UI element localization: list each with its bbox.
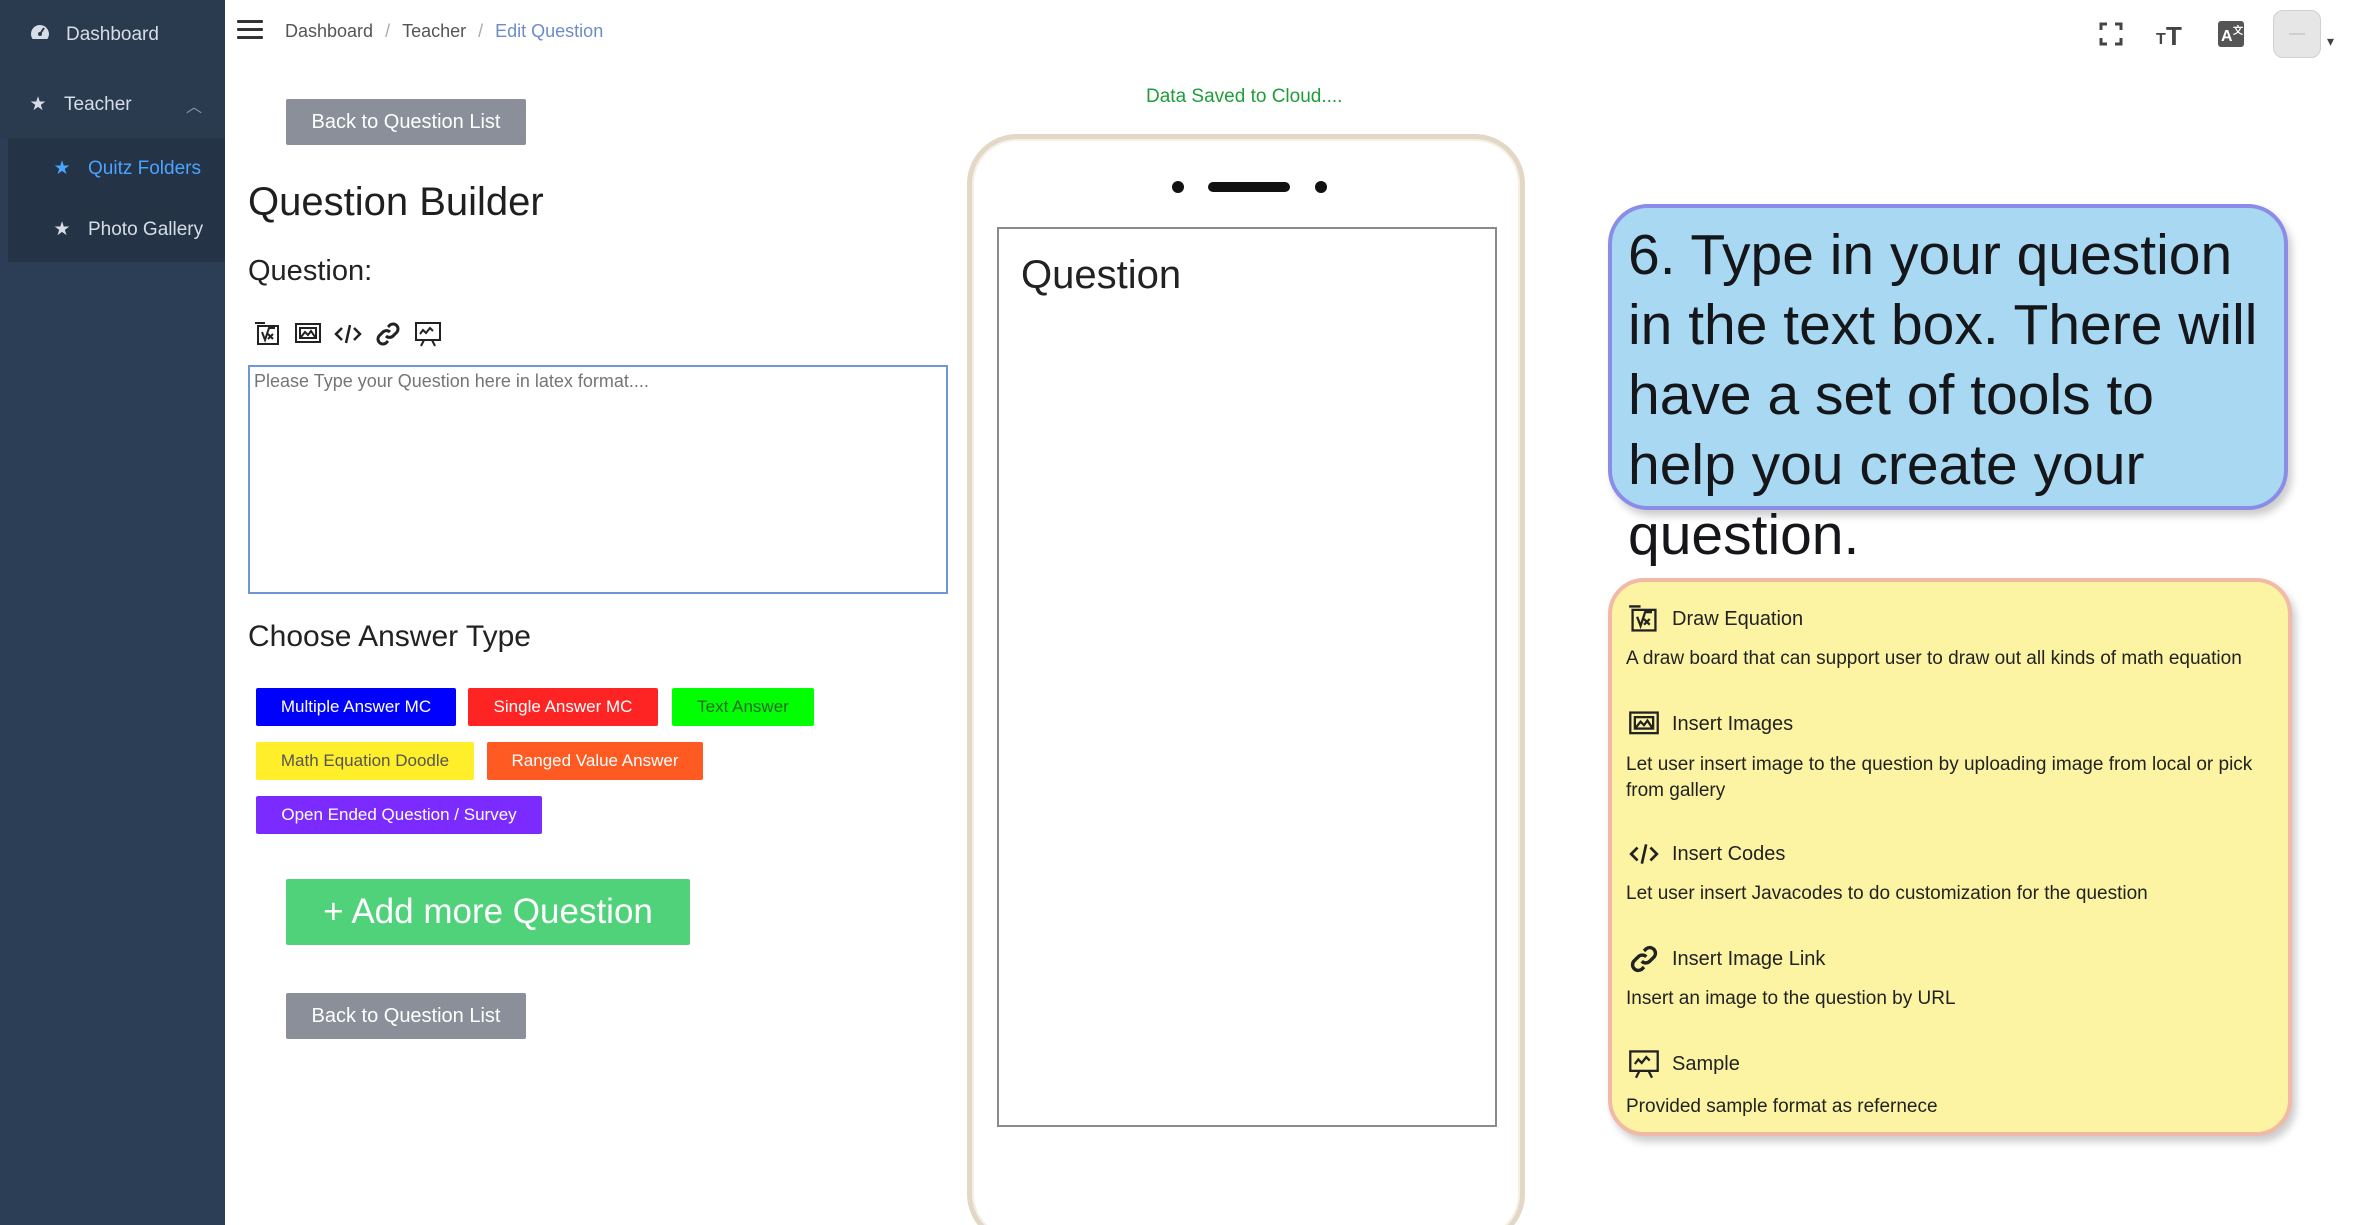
button-label: Back to Question List (311, 1004, 501, 1027)
feature-title: Insert Codes (1672, 842, 1786, 865)
button-label: Back to Question List (311, 110, 501, 133)
top-toolbar: TT A文 — ▾ (2093, 10, 2334, 58)
single-answer-mc-button[interactable]: Single Answer MC (468, 688, 658, 726)
button-label: Single Answer MC (493, 697, 633, 716)
text-answer-button[interactable]: Text Answer (672, 688, 814, 726)
sidebar-item-dashboard[interactable]: Dashboard (28, 24, 159, 46)
insert-image-icon[interactable] (292, 318, 324, 350)
question-input[interactable] (248, 365, 948, 594)
button-label: Multiple Answer MC (280, 697, 432, 716)
link-icon[interactable] (372, 318, 404, 350)
svg-text:文: 文 (2233, 24, 2244, 37)
question-toolbar (252, 318, 444, 350)
add-more-question-button[interactable]: + Add more Question (286, 879, 690, 945)
breadcrumb-dashboard[interactable]: Dashboard (285, 21, 373, 42)
ranged-value-answer-button[interactable]: Ranged Value Answer (487, 742, 703, 780)
svg-text:T: T (2166, 21, 2182, 48)
sidebar-item-quitz-folders[interactable]: ★ Quitz Folders (50, 157, 201, 180)
feature-legend: Draw Equation A draw board that can supp… (1608, 578, 2292, 1136)
save-status: Data Saved to Cloud.... (1146, 86, 1343, 107)
feature-title: Insert Image Link (1672, 947, 1826, 970)
phone-camera-dot (1172, 181, 1184, 193)
feature-description: Let user insert image to the question by… (1626, 754, 2253, 801)
star-icon: ★ (53, 158, 71, 179)
sidebar-item-label: Teacher (64, 93, 132, 115)
multiple-answer-mc-button[interactable]: Multiple Answer MC (256, 688, 456, 726)
avatar[interactable]: — (2272, 10, 2321, 58)
draw-equation-icon (1626, 602, 1662, 636)
feature-title: Sample (1672, 1052, 1740, 1075)
sidebar-item-label: Quitz Folders (88, 157, 201, 179)
dashboard-icon (28, 24, 52, 46)
draw-equation-icon[interactable] (252, 318, 284, 350)
back-to-question-list-button[interactable]: Back to Question List (286, 99, 526, 145)
sidebar-item-label: Dashboard (66, 24, 159, 45)
feature-insert-codes: Insert Codes (1626, 837, 1785, 871)
feature-title: Insert Images (1672, 712, 1794, 735)
feature-insert-images: Insert Images (1626, 707, 1793, 741)
breadcrumb: Dashboard / Teacher / Edit Question (285, 21, 603, 42)
button-label: + Add more Question (323, 892, 653, 931)
phone-sensor-dot (1315, 181, 1327, 193)
hamburger-menu-icon[interactable] (237, 20, 263, 40)
feature-description: Insert an image to the question by URL (1626, 988, 1956, 1009)
sidebar-item-photo-gallery[interactable]: ★ Photo Gallery (50, 218, 203, 241)
breadcrumb-teacher[interactable]: Teacher (402, 21, 466, 42)
insert-image-icon (1626, 707, 1662, 741)
button-label: Open Ended Question / Survey (281, 805, 517, 824)
phone-speaker (1208, 182, 1290, 192)
font-size-icon[interactable]: TT (2153, 16, 2189, 52)
translate-icon[interactable]: A文 (2213, 16, 2249, 52)
svg-text:A: A (2221, 28, 2233, 45)
math-equation-doodle-button[interactable]: Math Equation Doodle (256, 742, 474, 780)
sidebar-item-teacher[interactable]: ★ Teacher ︿ (26, 93, 216, 117)
back-to-question-list-button-bottom[interactable]: Back to Question List (286, 993, 526, 1039)
phone-screen: Question (997, 227, 1497, 1127)
breadcrumb-separator: / (478, 21, 484, 41)
star-icon: ★ (29, 94, 47, 115)
sample-icon (1626, 1047, 1662, 1081)
feature-sample: Sample (1626, 1047, 1740, 1081)
instruction-callout: 6. Type in your question in the text box… (1608, 204, 2288, 567)
feature-title: Draw Equation (1672, 607, 1804, 630)
sidebar: Dashboard ★ Teacher ︿ ★ Quitz Folders ★ … (0, 0, 225, 1225)
sidebar-top-band (0, 0, 225, 138)
breadcrumb-separator: / (385, 21, 391, 41)
preview-question-text: Question (1021, 253, 1182, 297)
fullscreen-icon[interactable] (2093, 16, 2129, 52)
button-label: Ranged Value Answer (511, 751, 679, 770)
sample-icon[interactable] (412, 318, 444, 350)
phone-preview: Question (967, 134, 1525, 1225)
breadcrumb-edit-question: Edit Question (495, 21, 604, 41)
page-title: Question Builder (248, 180, 544, 224)
code-icon[interactable] (332, 318, 364, 350)
chevron-up-icon: ︿ (186, 99, 203, 116)
link-icon (1626, 942, 1662, 976)
caret-down-icon[interactable]: ▾ (2327, 33, 2334, 50)
button-label: Text Answer (697, 697, 789, 716)
svg-text:T: T (2156, 31, 2166, 48)
sidebar-item-label: Photo Gallery (88, 218, 204, 240)
choose-answer-type-label: Choose Answer Type (248, 620, 531, 653)
feature-description: Provided sample format as refernece (1626, 1096, 1938, 1117)
feature-description: Let user insert Javacodes to do customiz… (1626, 883, 2148, 904)
code-icon (1626, 837, 1662, 871)
feature-description: A draw board that can support user to dr… (1626, 648, 2242, 669)
feature-insert-image-link: Insert Image Link (1626, 942, 1825, 976)
question-label: Question: (248, 255, 373, 287)
button-label: Math Equation Doodle (280, 751, 450, 770)
feature-draw-equation: Draw Equation (1626, 602, 1803, 636)
star-icon: ★ (53, 219, 71, 240)
instruction-text: 6. Type in your question in the text box… (1628, 223, 2258, 567)
open-ended-question-button[interactable]: Open Ended Question / Survey (256, 796, 542, 834)
